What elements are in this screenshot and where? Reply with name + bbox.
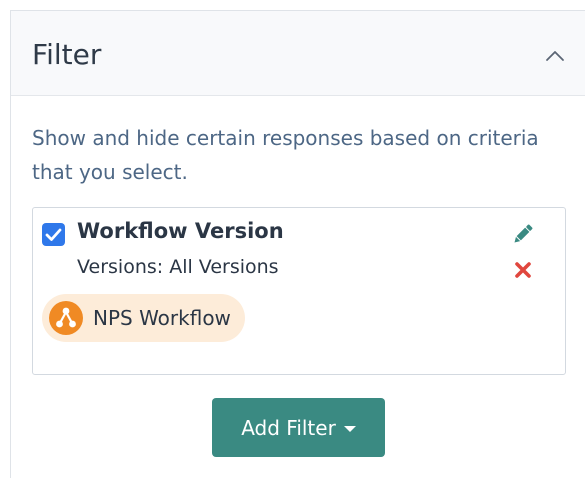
workflow-icon (49, 301, 83, 335)
add-filter-button[interactable]: Add Filter (212, 398, 385, 457)
caret-down-icon (343, 426, 356, 432)
filter-value: Versions: All Versions (77, 256, 279, 278)
panel-title: Filter (32, 38, 102, 71)
filter-card: Workflow Version Versions: All Versions (32, 207, 566, 375)
filter-name: Workflow Version (77, 219, 284, 243)
edit-filter-button[interactable] (510, 221, 536, 247)
check-icon (45, 228, 62, 241)
add-filter-label: Add Filter (241, 415, 336, 440)
filter-panel: Filter Show and hide certain responses b… (10, 10, 585, 478)
collapse-button[interactable] (542, 43, 568, 69)
delete-filter-button[interactable] (511, 258, 535, 282)
pencil-icon (514, 224, 533, 243)
filter-panel-header[interactable]: Filter (11, 11, 585, 96)
filter-checkbox[interactable] (42, 223, 65, 246)
workflow-chip: NPS Workflow (42, 294, 245, 342)
filter-description: Show and hide certain responses based on… (32, 126, 539, 184)
chevron-up-icon (546, 51, 564, 61)
workflow-chip-label: NPS Workflow (93, 306, 231, 330)
close-icon (515, 262, 531, 278)
